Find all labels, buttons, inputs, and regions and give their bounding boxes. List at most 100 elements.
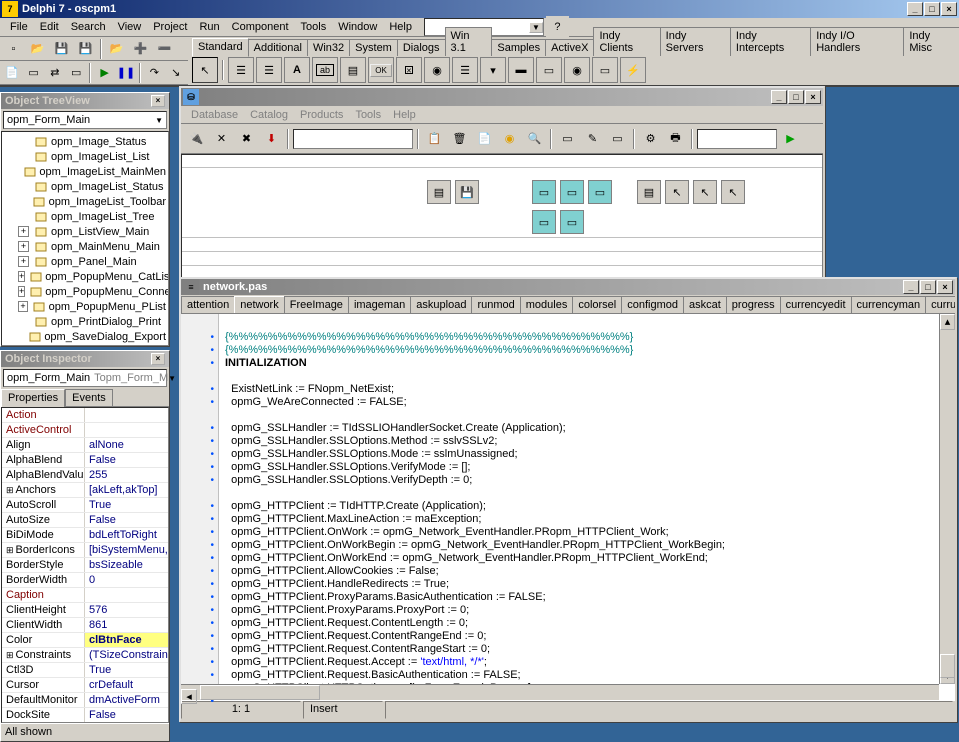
view-form-button[interactable]: ▭ bbox=[23, 62, 43, 84]
save-button[interactable]: 💾 bbox=[50, 38, 73, 60]
property-row[interactable]: Anchors[akLeft,akTop] bbox=[2, 483, 168, 498]
code-tab-runmod[interactable]: runmod bbox=[471, 296, 520, 313]
db-comp-6[interactable]: ▤ bbox=[637, 180, 661, 204]
tab-events[interactable]: Events bbox=[65, 389, 113, 406]
comp-memo[interactable]: ▤ bbox=[340, 57, 366, 83]
comp-actionlist[interactable]: ⚡ bbox=[620, 57, 646, 83]
comp-panel[interactable]: ▭ bbox=[592, 57, 618, 83]
comp-scrollbar[interactable]: ▬ bbox=[508, 57, 534, 83]
property-grid[interactable]: ActionActiveControlAlignalNoneAlphaBlend… bbox=[1, 407, 169, 723]
menu-tools[interactable]: Tools bbox=[295, 19, 333, 35]
menu-edit[interactable]: Edit bbox=[34, 19, 65, 35]
pause-button[interactable]: ❚❚ bbox=[116, 62, 136, 84]
code-tab-modules[interactable]: modules bbox=[520, 296, 574, 313]
db-tool3[interactable]: 📄 bbox=[473, 128, 496, 150]
tree-node[interactable]: +opm_PopupMenu_CatLis bbox=[4, 269, 166, 284]
comp-checkbox[interactable]: ✕ bbox=[396, 57, 422, 83]
code-maximize-button[interactable]: □ bbox=[920, 280, 936, 294]
tree-node[interactable]: +opm_ListView_Main bbox=[4, 224, 166, 239]
db-comp-5[interactable]: ▭ bbox=[588, 180, 612, 204]
property-row[interactable]: ClientHeight576 bbox=[2, 603, 168, 618]
comp-listbox[interactable]: ☰ bbox=[452, 57, 478, 83]
menu-run[interactable]: Run bbox=[193, 19, 225, 35]
tree-node[interactable]: opm_ImageList_Status bbox=[4, 179, 166, 194]
db-run-button[interactable]: ▶ bbox=[779, 128, 802, 150]
code-editor[interactable]: {%%%%%%%%%%%%%%%%%%%%%%%%%%%%%%%%%%%%%%%… bbox=[219, 314, 955, 700]
vertical-scrollbar[interactable]: ▴ ▾ bbox=[939, 314, 955, 684]
open-project-button[interactable]: 📂 bbox=[105, 38, 128, 60]
remove-file-button[interactable]: ➖ bbox=[153, 38, 176, 60]
tree-node[interactable]: +opm_Panel_Main bbox=[4, 254, 166, 269]
tree-node[interactable]: opm_ImageList_Tree bbox=[4, 209, 166, 224]
open-button[interactable]: 📂 bbox=[26, 38, 49, 60]
db-comp-8[interactable]: ↖ bbox=[693, 180, 717, 204]
palette-tab-dialogs[interactable]: Dialogs bbox=[397, 39, 446, 56]
step-over-button[interactable]: ↷ bbox=[144, 62, 164, 84]
palette-tab-indy-i-o-handlers[interactable]: Indy I/O Handlers bbox=[810, 27, 904, 56]
db-comp-10[interactable]: ▭ bbox=[532, 210, 556, 234]
help-button[interactable]: ? bbox=[546, 16, 569, 38]
property-row[interactable]: AlphaBlendValu255 bbox=[2, 468, 168, 483]
property-row[interactable]: Ctl3DTrue bbox=[2, 663, 168, 678]
property-row[interactable]: ActiveControl bbox=[2, 423, 168, 438]
palette-tab-standard[interactable]: Standard bbox=[192, 38, 249, 57]
code-tab-progress[interactable]: progress bbox=[726, 296, 781, 313]
property-row[interactable]: AlphaBlendFalse bbox=[2, 453, 168, 468]
code-tab-currupd[interactable]: currupd bbox=[925, 296, 955, 313]
db-comp-1[interactable]: ▤ bbox=[427, 180, 451, 204]
db-combo2[interactable] bbox=[697, 129, 777, 149]
db-print-button[interactable]: 🖶 bbox=[664, 128, 687, 150]
tree-node[interactable]: +opm_MainMenu_Main bbox=[4, 239, 166, 254]
menu-search[interactable]: Search bbox=[65, 19, 112, 35]
comp-popupmenu[interactable]: ☰ bbox=[256, 57, 282, 83]
code-tab-askupload[interactable]: askupload bbox=[410, 296, 472, 313]
property-row[interactable]: Constraints(TSizeConstraint bbox=[2, 648, 168, 663]
comp-label[interactable]: A bbox=[284, 57, 310, 83]
db-disconnect-button[interactable]: ✕ bbox=[210, 128, 233, 150]
tree-node[interactable]: opm_SaveDialog_Export bbox=[4, 329, 166, 344]
dbmenu-tools[interactable]: Tools bbox=[349, 107, 387, 123]
maximize-button[interactable]: □ bbox=[924, 2, 940, 16]
menu-component[interactable]: Component bbox=[226, 19, 295, 35]
dbmenu-help[interactable]: Help bbox=[387, 107, 422, 123]
palette-tab-indy-servers[interactable]: Indy Servers bbox=[660, 27, 731, 56]
palette-tab-activex[interactable]: ActiveX bbox=[545, 39, 594, 56]
db-tool2[interactable]: 🗑 bbox=[448, 128, 471, 150]
db-close-button[interactable]: × bbox=[805, 90, 821, 104]
db-tool5[interactable]: 🔍 bbox=[523, 128, 546, 150]
comp-groupbox[interactable]: ▭ bbox=[536, 57, 562, 83]
palette-tab-indy-misc[interactable]: Indy Misc bbox=[903, 27, 959, 56]
new-form-button[interactable]: ▭ bbox=[66, 62, 86, 84]
property-row[interactable]: DefaultMonitordmActiveForm bbox=[2, 693, 168, 708]
tree-node[interactable]: +opm_PopupMenu_Conne bbox=[4, 284, 166, 299]
new-button[interactable]: ▫ bbox=[2, 38, 25, 60]
tree-node[interactable]: +opm_PopupMenu_PList bbox=[4, 299, 166, 314]
property-row[interactable]: Caption bbox=[2, 588, 168, 603]
db-comp-11[interactable]: ▭ bbox=[560, 210, 584, 234]
code-tab-network[interactable]: network bbox=[234, 296, 285, 314]
tab-properties[interactable]: Properties bbox=[1, 389, 65, 407]
object-tree[interactable]: opm_Image_Statusopm_ImageList_Listopm_Im… bbox=[1, 131, 169, 346]
inspector-combo[interactable]: opm_Form_Main Topm_Form_M ▼ bbox=[3, 369, 167, 387]
comp-radiobutton[interactable]: ◉ bbox=[424, 57, 450, 83]
property-row[interactable]: ColorclBtnFace bbox=[2, 633, 168, 648]
db-exit-button[interactable]: ⬇ bbox=[260, 128, 283, 150]
inspector-close-button[interactable]: × bbox=[151, 353, 165, 365]
code-minimize-button[interactable]: _ bbox=[903, 280, 919, 294]
palette-tab-additional[interactable]: Additional bbox=[248, 39, 308, 56]
toggle-button[interactable]: ⇄ bbox=[45, 62, 65, 84]
property-row[interactable]: BorderWidth0 bbox=[2, 573, 168, 588]
db-tool6[interactable]: ▭ bbox=[556, 128, 579, 150]
menu-view[interactable]: View bbox=[112, 19, 148, 35]
code-tab-attention[interactable]: attention bbox=[181, 296, 235, 313]
palette-tab-system[interactable]: System bbox=[349, 39, 398, 56]
comp-mainmenu[interactable]: ☰ bbox=[228, 57, 254, 83]
db-tool1[interactable]: 📋 bbox=[423, 128, 446, 150]
step-into-button[interactable]: ↘ bbox=[166, 62, 186, 84]
db-tool9[interactable]: ⚙ bbox=[639, 128, 662, 150]
property-row[interactable]: AutoScrollTrue bbox=[2, 498, 168, 513]
comp-radiogroup[interactable]: ◉ bbox=[564, 57, 590, 83]
tree-node[interactable]: opm_ImageList_MainMen bbox=[4, 164, 166, 179]
dbmenu-database[interactable]: Database bbox=[185, 107, 244, 123]
db-connect-button[interactable]: 🔌 bbox=[185, 128, 208, 150]
